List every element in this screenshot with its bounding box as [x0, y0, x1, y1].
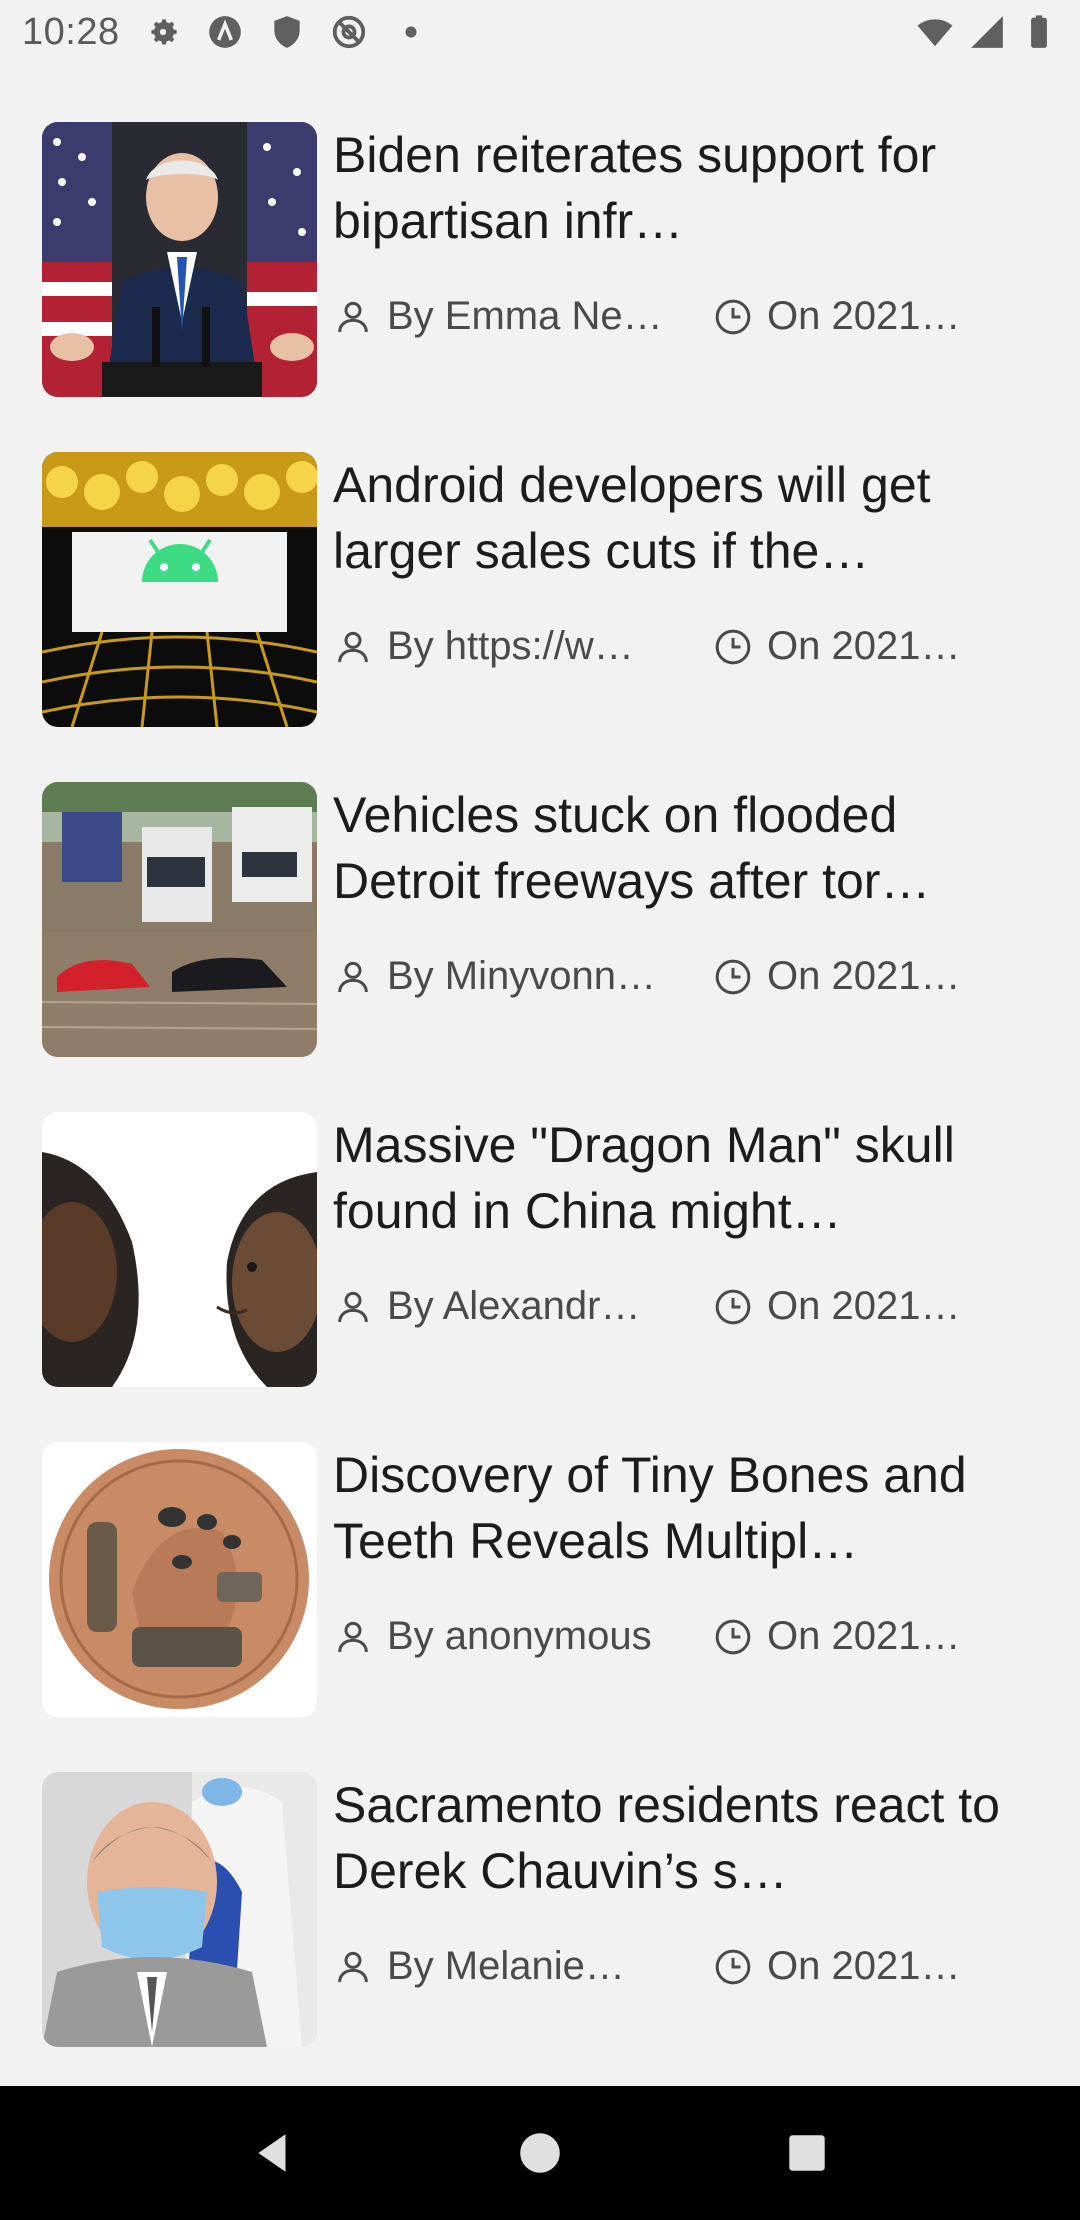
article-date: On 2021… [767, 954, 961, 998]
article-date: On 2021… [767, 624, 961, 668]
home-icon[interactable] [510, 2123, 570, 2183]
navigation-bar [0, 2086, 1080, 2220]
article-author: By Minyvonn… [387, 954, 656, 998]
wifi-icon [916, 13, 954, 51]
article-thumbnail[interactable] [42, 1442, 317, 1717]
person-icon [338, 1621, 368, 1652]
flooded-freeway-image [42, 782, 317, 1057]
dot-icon [392, 13, 430, 51]
list-item[interactable]: Sacramento residents react to Derek Chau… [42, 1772, 1042, 2047]
article-thumbnail[interactable] [42, 122, 317, 397]
person-icon [338, 631, 368, 662]
person-icon [338, 961, 368, 992]
article-author: By Emma Ne… [387, 294, 663, 338]
clock-icon [715, 1949, 751, 1984]
article-author: By Melanie… [387, 1944, 625, 1988]
at-icon [330, 13, 368, 51]
article-title[interactable]: Sacramento residents react to Derek Chau… [333, 1772, 1013, 1904]
article-title[interactable]: Discovery of Tiny Bones and Teeth Reveal… [333, 1442, 1013, 1574]
person-icon [338, 1951, 368, 1982]
chauvin-masked-image [42, 1772, 317, 2047]
article-author: By https://w… [387, 624, 634, 668]
article-date: On 2021… [767, 1614, 961, 1658]
clock-icon [715, 1619, 751, 1654]
article-title[interactable]: Massive "Dragon Man" skull found in Chin… [333, 1112, 1013, 1244]
article-date: On 2021… [767, 1284, 961, 1328]
dragon-man-reconstruction-image [42, 1112, 317, 1387]
list-item[interactable]: Massive "Dragon Man" skull found in Chin… [42, 1112, 1042, 1387]
person-icon [338, 1291, 368, 1322]
article-date: On 2021… [767, 294, 961, 338]
status-bar: 10:28 [0, 0, 1080, 64]
article-title[interactable]: Biden reiterates support for bipartisan … [333, 122, 1013, 254]
person-icon [338, 301, 368, 332]
clock-icon [715, 629, 751, 664]
article-author: By Alexandr… [387, 1284, 641, 1328]
status-time: 10:28 [22, 10, 120, 53]
back-icon[interactable] [243, 2123, 303, 2183]
article-thumbnail[interactable] [42, 1772, 317, 2047]
clock-icon [715, 299, 751, 334]
penny-fossils-image [42, 1442, 317, 1717]
android-logo-image [42, 452, 317, 727]
app-a-icon [206, 13, 244, 51]
clock-icon [715, 959, 751, 994]
battery-icon [1020, 13, 1058, 51]
recents-icon[interactable] [777, 2123, 837, 2183]
signal-icon [968, 13, 1006, 51]
article-list[interactable]: Biden reiterates support for bipartisan … [0, 64, 1080, 2086]
article-thumbnail[interactable] [42, 1112, 317, 1387]
article-thumbnail[interactable] [42, 452, 317, 727]
article-title[interactable]: Android developers will get larger sales… [333, 452, 1013, 584]
gear-icon [144, 13, 182, 51]
list-item[interactable]: Vehicles stuck on flooded Detroit freewa… [42, 782, 1042, 1057]
shield-icon [268, 13, 306, 51]
list-item[interactable]: Discovery of Tiny Bones and Teeth Reveal… [42, 1442, 1042, 1717]
clock-icon [715, 1289, 751, 1324]
article-thumbnail[interactable] [42, 782, 317, 1057]
list-item[interactable]: Biden reiterates support for bipartisan … [42, 122, 1042, 397]
biden-podium-image [42, 122, 317, 397]
list-item[interactable]: Android developers will get larger sales… [42, 452, 1042, 727]
article-title[interactable]: Vehicles stuck on flooded Detroit freewa… [333, 782, 1013, 914]
article-date: On 2021… [767, 1944, 961, 1988]
article-author: By anonymous [387, 1614, 652, 1658]
